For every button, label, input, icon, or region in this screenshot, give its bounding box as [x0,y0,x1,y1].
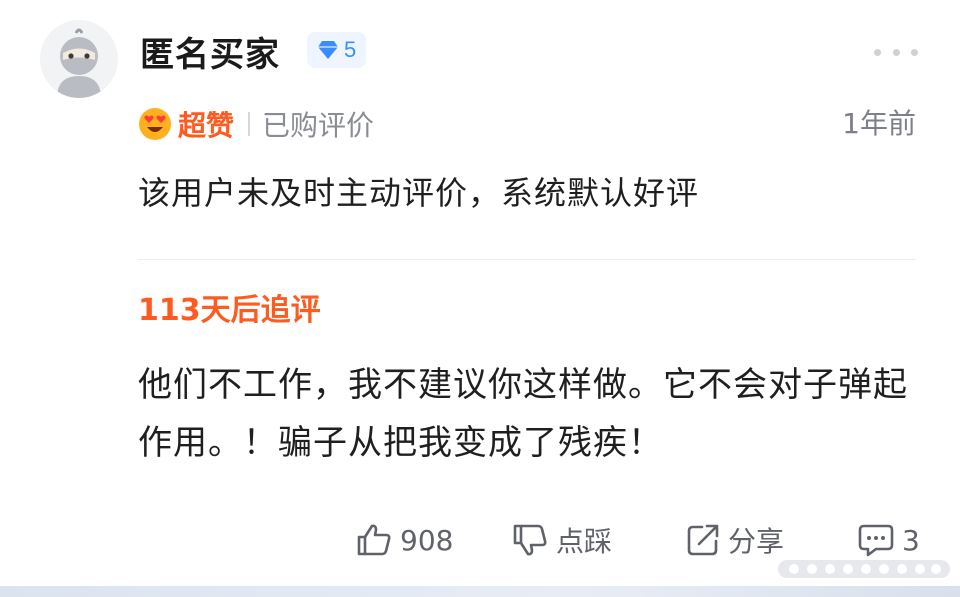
level-badge: 5 [307,32,367,68]
review-text: 该用户未及时主动评价，系统默认好评 [138,174,700,212]
share-icon [687,524,719,556]
share-button[interactable]: 分享 [686,515,784,565]
like-button[interactable]: 908 [356,515,453,565]
username[interactable]: 匿名买家 [140,27,280,76]
anonymous-ninja-avatar-icon [40,20,118,98]
dot-icon [892,48,900,56]
comment-icon [858,524,894,557]
watermark-icon [778,560,950,578]
dislike-button[interactable]: 点踩 [512,515,612,565]
dot-icon [911,48,918,56]
level-number: 5 [344,37,357,62]
divider [248,112,251,136]
thumbs-down-icon [513,524,547,556]
thumbs-up-icon [357,524,391,556]
comment-count: 3 [902,523,920,557]
bottom-strip [0,586,960,597]
purchase-label: 已购评价 [262,109,375,142]
avatar[interactable] [40,20,118,98]
rating-label: 超赞 [178,109,235,142]
dislike-label: 点踩 [556,525,613,558]
review-time: 1年前 [842,107,916,140]
divider [138,259,916,260]
followup-title: 113天后追评 [138,293,321,328]
review-card: 匿名买家 5 超赞 已购评价 1年前 该用户未及时主动评价，系统默认好评 113… [0,0,960,597]
diamond-icon [318,41,338,59]
more-menu-icon[interactable] [874,42,918,62]
dot-icon [874,48,881,56]
share-label: 分享 [728,525,785,558]
followup-text: 他们不工作，我不建议你这样做。它不会对子弹起作用。！骗子从把我变成了残疾！ [138,365,908,463]
like-count: 908 [400,523,454,557]
heart-eyes-emoji-icon [139,108,171,140]
rating-row: 超赞 已购评价 [138,104,374,144]
